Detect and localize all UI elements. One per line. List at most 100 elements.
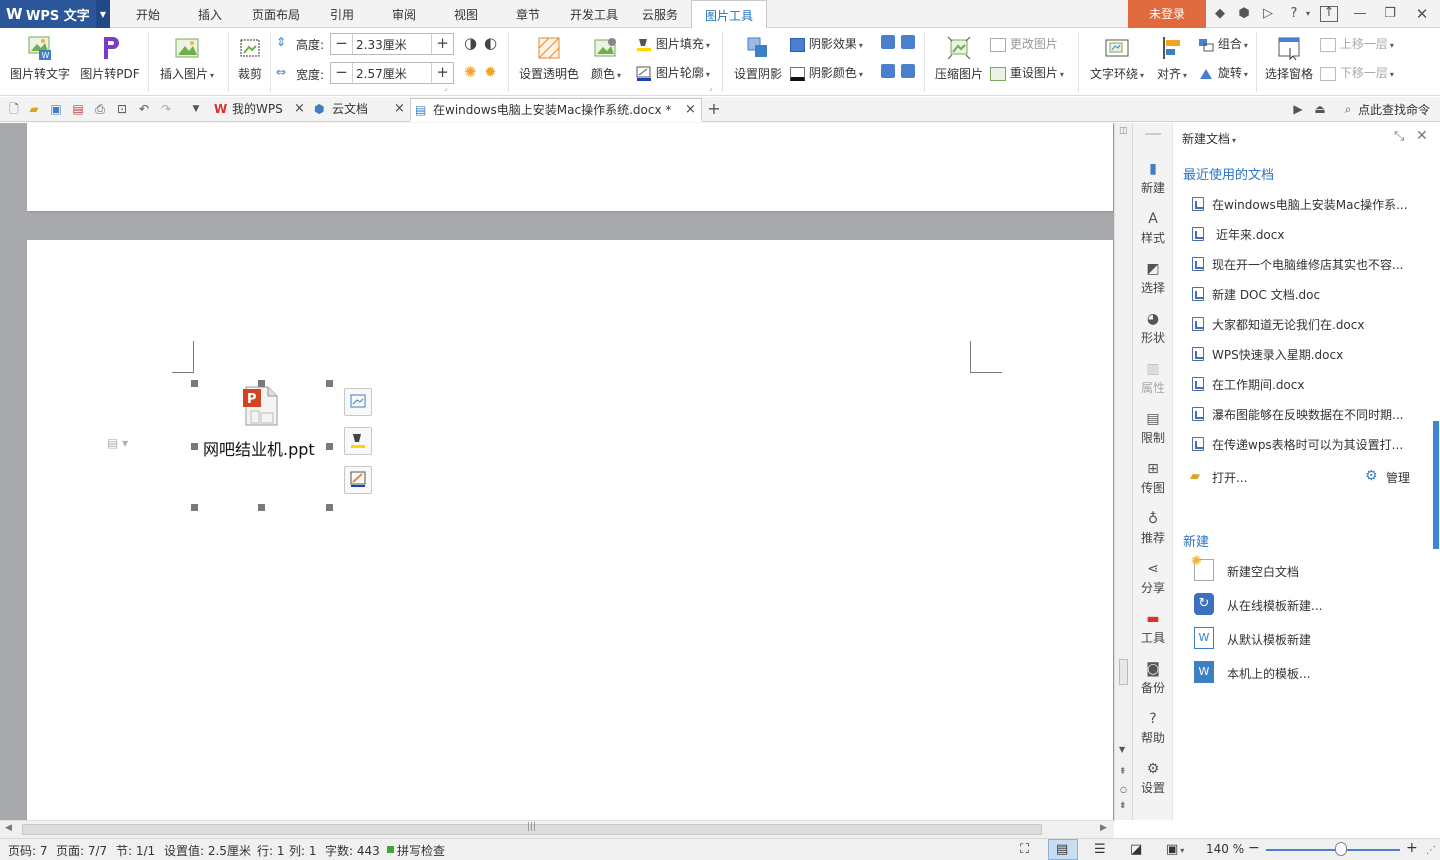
pic-to-pdf-button[interactable]: 图片转PDF xyxy=(78,34,142,82)
status-column[interactable]: 列: 1 xyxy=(289,842,317,859)
status-row[interactable]: 行: 1 xyxy=(257,842,285,859)
open-folder-icon[interactable]: ▰ xyxy=(26,101,42,117)
rail-item-style[interactable]: A 样式 xyxy=(1133,211,1173,246)
share-icon[interactable]: ▷ xyxy=(1260,6,1276,22)
resize-handle-ne[interactable] xyxy=(326,380,333,387)
export-pdf-icon[interactable]: ▤ xyxy=(70,101,86,117)
paragraph-layout-icon[interactable]: ▤ ▾ xyxy=(107,436,128,450)
contrast-decrease-icon[interactable]: ◐ xyxy=(484,34,497,52)
brightness-increase-icon[interactable]: ✺ xyxy=(464,63,477,81)
document-canvas[interactable]: P 网吧结业机.ppt ▤ ▾ xyxy=(0,123,1114,820)
tab-cloud[interactable]: 云服务 xyxy=(636,0,684,28)
tab-my-wps[interactable]: W 我的WPS × xyxy=(210,98,310,122)
shadow-right-icon[interactable] xyxy=(901,64,915,78)
rail-item-new[interactable]: ▮ 新建 xyxy=(1133,161,1173,196)
tab-chapter[interactable]: 章节 xyxy=(504,0,552,28)
rail-item-recommend[interactable]: ♁ 推荐 xyxy=(1133,511,1173,546)
shadow-color-button[interactable]: 阴影颜色 ▾ xyxy=(790,64,863,81)
restore-ribbon-icon[interactable]: ↑ xyxy=(1320,6,1338,22)
skin-icon[interactable]: ◆ xyxy=(1212,6,1228,22)
increase-width-button[interactable]: + xyxy=(431,63,453,83)
ppt-file-icon[interactable]: P xyxy=(243,385,281,427)
insert-picture-button[interactable]: 插入图片 ▾ xyxy=(156,34,218,82)
undo-icon[interactable]: ↶ xyxy=(136,101,152,117)
color-button[interactable]: 颜色 ▾ xyxy=(586,34,626,82)
scroll-right-arrow-icon[interactable]: ▶ xyxy=(1100,823,1107,833)
rail-item-restrict[interactable]: ▤ 限制 xyxy=(1133,411,1173,446)
zoom-slider-track[interactable] xyxy=(1266,849,1400,851)
play-icon[interactable]: ▶ xyxy=(1290,101,1306,117)
open-file-link[interactable]: 打开... xyxy=(1212,469,1247,486)
increase-height-button[interactable]: + xyxy=(431,34,453,54)
status-page-count[interactable]: 页面: 7/7 xyxy=(56,842,107,859)
rotate-button[interactable]: 旋转 ▾ xyxy=(1198,64,1248,81)
tab-picture-tools[interactable]: 图片工具 xyxy=(691,0,767,29)
status-setting-value[interactable]: 设置值: 2.5厘米 xyxy=(164,842,251,859)
zoom-level[interactable]: 140 % xyxy=(1206,842,1244,856)
page-previous[interactable] xyxy=(27,123,1113,211)
recent-doc-item[interactable]: 在传递wps表格时可以为其设置打... xyxy=(1212,436,1403,453)
rail-item-settings[interactable]: ⚙ 设置 xyxy=(1133,761,1173,796)
close-icon[interactable]: × xyxy=(685,99,696,121)
resize-handle-w[interactable] xyxy=(191,443,198,450)
chevron-down-icon[interactable]: ▼ xyxy=(188,101,204,117)
outline-view-icon[interactable]: ☰ xyxy=(1094,842,1106,857)
vertical-scrollbar[interactable]: ◫ ▼ ⇞ ○ ⇟ xyxy=(1114,123,1132,820)
picture-fill-button[interactable]: 图片填充 ▾ xyxy=(636,35,710,52)
save-icon[interactable]: ▣ xyxy=(48,101,64,117)
size-dialog-launcher-icon[interactable]: ⌟ xyxy=(444,84,447,92)
zoom-out-icon[interactable]: − xyxy=(1248,840,1260,856)
group-button[interactable]: 组合 ▾ xyxy=(1198,35,1248,52)
browse-object-icon[interactable]: ○ xyxy=(1120,785,1127,794)
feedback-icon[interactable]: ⬢ xyxy=(1236,6,1252,22)
recent-doc-item[interactable]: 现在开一个电脑维修店其实也不容... xyxy=(1212,256,1403,273)
print-icon[interactable]: ⎙ xyxy=(92,101,108,117)
text-wrap-button[interactable]: 文字环绕 ▾ xyxy=(1086,34,1148,82)
horizontal-scrollbar[interactable]: ◀ ||| ▶ xyxy=(0,820,1114,838)
panel-scroll-indicator[interactable] xyxy=(1433,421,1439,549)
status-spell-check[interactable]: 拼写检查 xyxy=(397,842,445,859)
zoom-in-icon[interactable]: + xyxy=(1406,840,1418,856)
tab-review[interactable]: 审阅 xyxy=(380,0,428,28)
width-input[interactable]: 2.57厘米 xyxy=(353,65,431,82)
reading-mode-icon[interactable]: ▣ ▾ xyxy=(1166,842,1184,857)
close-icon[interactable]: ✕ xyxy=(1416,128,1428,144)
tab-developer[interactable]: 开发工具 xyxy=(564,0,624,28)
app-menu-button[interactable]: W WPS 文字 ▼ xyxy=(0,0,110,28)
online-template-link[interactable]: 从在线模板新建... xyxy=(1227,597,1322,614)
resize-handle-s[interactable] xyxy=(258,504,265,511)
scroll-down-arrow-icon[interactable]: ▼ xyxy=(1119,745,1125,754)
resize-handle-n[interactable] xyxy=(258,380,265,387)
decrease-width-button[interactable]: − xyxy=(331,63,353,83)
close-icon[interactable]: × xyxy=(394,98,405,120)
chevron-down-icon[interactable]: ▾ xyxy=(1300,6,1316,22)
rail-item-select[interactable]: ◩ 选择 xyxy=(1133,261,1173,296)
redo-icon[interactable]: ↷ xyxy=(158,101,174,117)
manage-link[interactable]: 管理 xyxy=(1386,469,1410,486)
brightness-decrease-icon[interactable]: ✹ xyxy=(484,63,497,81)
set-transparent-button[interactable]: 设置透明色 xyxy=(516,34,582,82)
shadow-effect-button[interactable]: 阴影效果 ▾ xyxy=(790,35,863,52)
rail-item-tools[interactable]: ▬ 工具 xyxy=(1133,611,1173,646)
web-view-icon[interactable]: ◪ xyxy=(1130,842,1142,857)
recent-doc-item[interactable]: 大家都知道无论我们在.docx xyxy=(1212,316,1364,333)
default-template-link[interactable]: 从默认模板新建 xyxy=(1227,631,1311,648)
tab-active-document[interactable]: ▤ 在windows电脑上安装Mac操作系统.docx * × xyxy=(410,98,702,122)
reset-picture-button[interactable]: 重设图片 ▾ xyxy=(990,64,1064,81)
search-command-button[interactable]: 点此查找命令 xyxy=(1358,101,1430,118)
resize-handle-e[interactable] xyxy=(326,443,333,450)
close-icon[interactable]: × xyxy=(294,98,305,120)
rail-item-upload-picture[interactable]: ⊞ 传图 xyxy=(1133,461,1173,496)
resize-handle-sw[interactable] xyxy=(191,504,198,511)
recent-doc-item[interactable]: 近年来.docx xyxy=(1216,226,1284,243)
picture-dialog-launcher-icon[interactable]: ⌟ xyxy=(709,84,712,92)
rail-item-share[interactable]: ⋖ 分享 xyxy=(1133,561,1173,596)
pic-to-text-button[interactable]: W 图片转文字 xyxy=(8,34,72,82)
crop-button[interactable]: 裁剪 xyxy=(234,34,266,82)
layout-options-button[interactable] xyxy=(344,388,372,416)
shadow-down-icon[interactable] xyxy=(901,35,915,49)
next-page-icon[interactable]: ⇟ xyxy=(1119,801,1127,811)
rail-item-shape[interactable]: ◕ 形状 xyxy=(1133,311,1173,346)
status-word-count[interactable]: 字数: 443 xyxy=(325,842,380,859)
status-section[interactable]: 节: 1/1 xyxy=(116,842,155,859)
